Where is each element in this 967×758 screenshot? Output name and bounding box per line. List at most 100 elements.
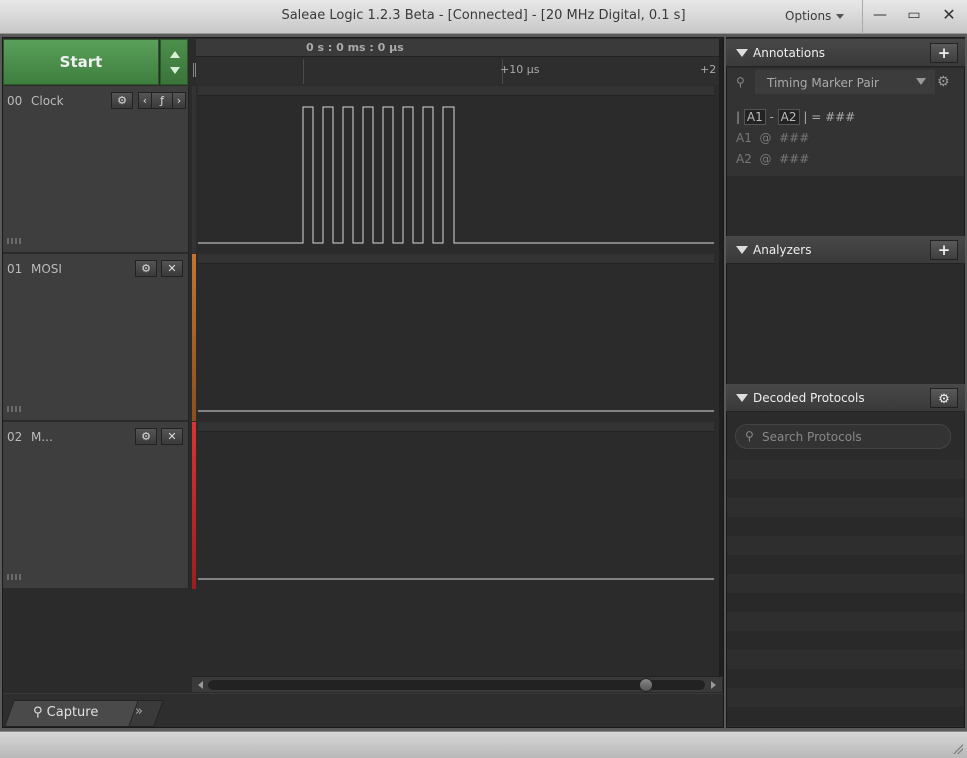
trigger-rising-edge-button[interactable]: ƒ bbox=[151, 92, 173, 109]
minimize-button[interactable]: — bbox=[866, 4, 894, 28]
collapse-triangle-icon[interactable] bbox=[736, 49, 748, 57]
maximize-button[interactable]: ▭ bbox=[900, 4, 928, 28]
separator bbox=[862, 0, 863, 34]
marker-a1-value: ### bbox=[779, 131, 810, 145]
search-icon: ⚲ bbox=[745, 429, 754, 443]
search-protocols-box[interactable]: ⚲ bbox=[735, 424, 951, 449]
ruler-tick-label: +2 bbox=[700, 63, 717, 76]
options-menu-button[interactable]: Options bbox=[770, 7, 860, 27]
channel-row-miso[interactable]: 02 M... ⚙ ✕ bbox=[3, 422, 189, 589]
rising-edge-icon: ƒ bbox=[160, 94, 164, 107]
marker-a2-value: ### bbox=[779, 152, 810, 166]
drag-handle[interactable] bbox=[7, 406, 21, 412]
annotation-details: | A1 - A2 | = ### A1 @ ### A2 @ ### bbox=[727, 96, 964, 176]
marker-a1-label: A1 bbox=[736, 131, 752, 145]
waveform-mosi-svg bbox=[198, 410, 714, 412]
channel-name[interactable]: M... bbox=[31, 430, 53, 444]
drag-handle[interactable] bbox=[7, 574, 21, 580]
channel-row-mosi[interactable]: 01 MOSI ⚙ ✕ bbox=[3, 254, 189, 421]
resize-grip-icon[interactable] bbox=[953, 744, 963, 754]
scroll-thumb[interactable] bbox=[639, 678, 653, 692]
ruler-tick-line bbox=[303, 59, 304, 84]
arrow-up-icon bbox=[170, 51, 180, 58]
start-button[interactable]: Start bbox=[3, 39, 159, 85]
marker-a1-line: A1 @ ### bbox=[736, 131, 810, 145]
channel-name[interactable]: Clock bbox=[31, 94, 64, 108]
scroll-left-icon[interactable] bbox=[198, 681, 203, 689]
drag-handle[interactable] bbox=[7, 238, 21, 244]
gear-icon: ⚙ bbox=[117, 94, 127, 107]
decoded-protocols-header[interactable]: Decoded Protocols ⚙ bbox=[726, 384, 965, 412]
channel-number: 01 bbox=[7, 262, 23, 276]
analyzers-title: Analyzers bbox=[753, 243, 812, 257]
trigger-prev-button[interactable]: ‹ bbox=[138, 92, 152, 109]
arrow-down-icon bbox=[170, 67, 180, 74]
channel-number: 02 bbox=[7, 430, 23, 444]
marker-a2-chip[interactable]: A2 bbox=[777, 109, 800, 125]
search-protocols-input[interactable] bbox=[762, 428, 942, 446]
waveform-miso[interactable] bbox=[198, 422, 714, 589]
ruler-origin-label: 0 s : 0 ms : 0 µs bbox=[306, 41, 404, 54]
gear-icon: ⚙ bbox=[141, 262, 151, 275]
horizontal-scrollbar[interactable] bbox=[192, 676, 722, 692]
ruler-tick-label: +10 µs bbox=[500, 63, 540, 76]
collapse-triangle-icon[interactable] bbox=[736, 246, 748, 254]
add-analyzer-button[interactable]: + bbox=[930, 240, 958, 260]
empty-channel-area bbox=[3, 590, 719, 676]
gear-icon[interactable]: ⚙ bbox=[937, 74, 950, 90]
time-ruler[interactable]: 0 s : 0 ms : 0 µs +10 µs +2 bbox=[193, 39, 719, 85]
ruler-header bbox=[196, 39, 719, 57]
tab-capture-label[interactable]: ⚲ Capture bbox=[33, 705, 98, 720]
vertical-scrollbar[interactable] bbox=[719, 39, 723, 676]
waveform-clock-svg bbox=[198, 106, 714, 244]
pin-icon: ⚲ bbox=[736, 75, 745, 89]
close-icon: ✕ bbox=[167, 430, 177, 443]
close-button[interactable]: ✕ bbox=[935, 4, 963, 28]
decoded-settings-button[interactable]: ⚙ bbox=[930, 388, 958, 408]
tab-more-label[interactable]: » bbox=[135, 704, 143, 719]
bottom-tab-bar: ⚲ Capture » bbox=[3, 693, 723, 727]
add-annotation-button[interactable]: + bbox=[930, 43, 958, 63]
tab-capture-text: Capture bbox=[46, 705, 99, 720]
marker-diff-value: ### bbox=[825, 110, 856, 124]
marker-a1-chip[interactable]: A1 bbox=[743, 109, 766, 125]
channel-row-clock[interactable]: 00 Clock ⚙ ‹ ƒ › bbox=[3, 86, 189, 253]
channel-color-strip bbox=[192, 86, 196, 253]
waveform-clock[interactable] bbox=[198, 86, 714, 253]
annotations-header[interactable]: Annotations + bbox=[726, 39, 965, 67]
status-bar bbox=[0, 731, 967, 758]
marker-a2-label: A2 bbox=[736, 152, 752, 166]
marker-diff-line: | A1 - A2 | = ### bbox=[736, 109, 856, 125]
chevron-down-icon[interactable] bbox=[916, 78, 926, 85]
trigger-none-button[interactable]: ✕ bbox=[161, 260, 183, 277]
chevron-down-icon bbox=[836, 14, 845, 19]
channel-settings-button[interactable]: ⚙ bbox=[111, 92, 133, 109]
chevron-left-icon: ‹ bbox=[142, 94, 148, 107]
options-label: Options bbox=[785, 9, 832, 23]
waveform-mosi[interactable] bbox=[198, 254, 714, 421]
channel-settings-button[interactable]: ⚙ bbox=[135, 260, 157, 277]
decoded-protocols-list[interactable] bbox=[727, 460, 964, 727]
annotations-title: Annotations bbox=[753, 46, 826, 60]
marker-type-row: ⚲ Timing Marker Pair ⚙ bbox=[727, 68, 964, 96]
channel-number: 00 bbox=[7, 94, 23, 108]
start-options-button[interactable] bbox=[160, 39, 188, 85]
analyzers-header[interactable]: Analyzers + bbox=[726, 236, 965, 264]
ruler-start-marker bbox=[193, 63, 196, 77]
trigger-next-button[interactable]: › bbox=[172, 92, 186, 109]
channel-color-strip bbox=[192, 254, 196, 421]
close-icon: ✕ bbox=[167, 262, 177, 275]
scroll-track[interactable] bbox=[208, 680, 705, 690]
scroll-right-icon[interactable] bbox=[711, 681, 716, 689]
channel-settings-button[interactable]: ⚙ bbox=[135, 428, 157, 445]
channel-color-strip bbox=[192, 422, 196, 589]
decoded-protocols-title: Decoded Protocols bbox=[753, 391, 865, 405]
channel-name[interactable]: MOSI bbox=[31, 262, 62, 276]
chevron-right-icon: › bbox=[176, 94, 182, 107]
waveform-miso-svg bbox=[198, 578, 714, 580]
search-icon: ⚲ bbox=[33, 705, 47, 720]
trigger-none-button[interactable]: ✕ bbox=[161, 428, 183, 445]
collapse-triangle-icon[interactable] bbox=[736, 394, 748, 402]
gear-icon: ⚙ bbox=[938, 392, 950, 407]
marker-type-value: Timing Marker Pair bbox=[767, 76, 879, 90]
